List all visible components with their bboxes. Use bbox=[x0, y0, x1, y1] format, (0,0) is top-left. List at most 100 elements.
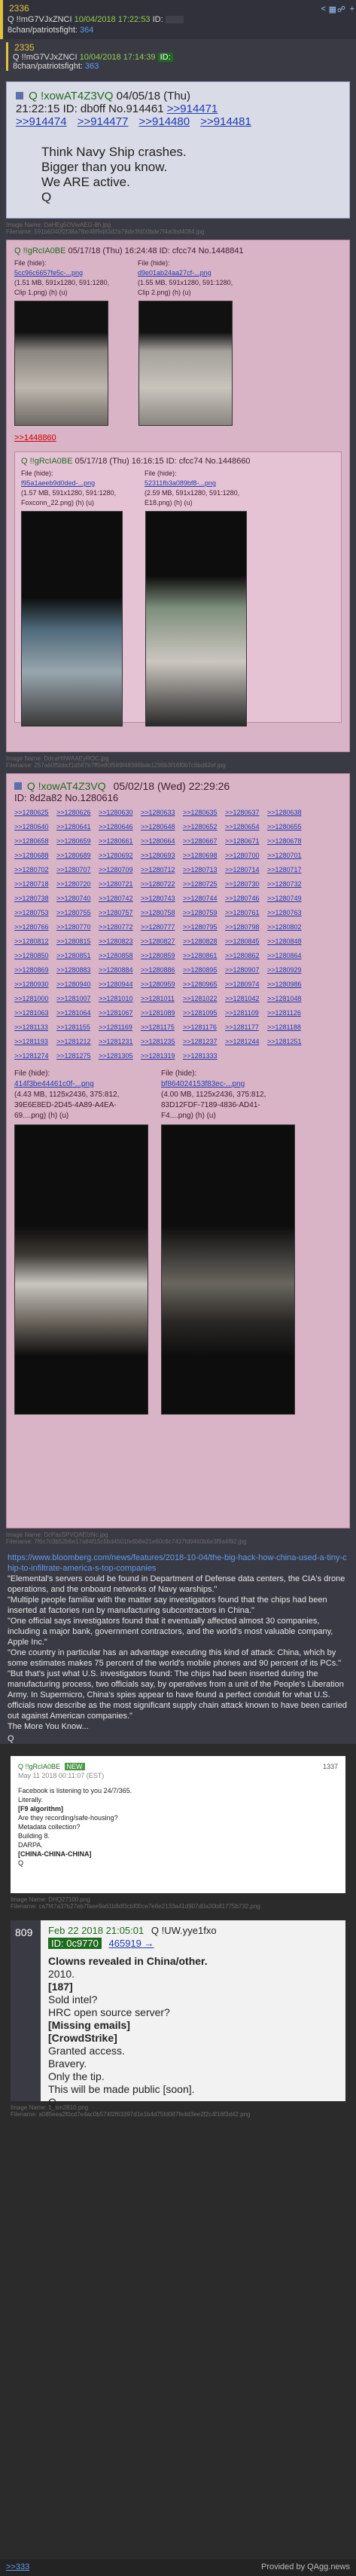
file-basename[interactable]: 69....png) (h) (u) bbox=[14, 1111, 154, 1121]
post-number[interactable]: 2335 bbox=[14, 42, 350, 53]
reply-link[interactable]: >>1280740 bbox=[56, 892, 99, 905]
reply-link[interactable]: >>1280743 bbox=[141, 892, 183, 905]
reply-link[interactable]: >>1280630 bbox=[99, 806, 141, 819]
reply-link[interactable]: >>1280638 bbox=[267, 806, 309, 819]
reply-link[interactable]: >>1280658 bbox=[14, 835, 56, 848]
reply-link[interactable]: >>1280757 bbox=[99, 907, 141, 919]
reply-link[interactable]: >>1280777 bbox=[141, 921, 183, 934]
reply-link[interactable]: >>1280652 bbox=[183, 821, 225, 834]
reply-link[interactable]: >>1280744 bbox=[183, 892, 225, 905]
reply-link[interactable]: >>1280886 bbox=[141, 964, 183, 977]
reply-link[interactable]: >>1280772 bbox=[99, 921, 141, 934]
reply-link[interactable]: >>1280795 bbox=[183, 921, 225, 934]
reply-link[interactable]: >>1448860 bbox=[14, 433, 342, 442]
reply-link[interactable]: >>1281231 bbox=[99, 1036, 141, 1048]
reply-link[interactable]: >>1280827 bbox=[141, 935, 183, 948]
reply-link[interactable]: >>1280753 bbox=[14, 907, 56, 919]
file-thumbnail[interactable] bbox=[145, 511, 247, 727]
reply-link[interactable]: >>1280940 bbox=[56, 978, 99, 991]
post-number[interactable]: 809 bbox=[11, 1920, 41, 2101]
reply-link[interactable]: >>1281067 bbox=[99, 1007, 141, 1020]
file-thumbnail[interactable] bbox=[14, 301, 108, 426]
reply-link[interactable]: >>1280755 bbox=[56, 907, 99, 919]
reply-link[interactable]: >>1280659 bbox=[56, 835, 99, 848]
reply-link[interactable]: >>1280667 bbox=[183, 835, 225, 848]
reply-link[interactable]: >>1280688 bbox=[14, 849, 56, 862]
reply-link[interactable]: >>1281064 bbox=[56, 1007, 99, 1020]
reply-link[interactable]: >>1281177 bbox=[225, 1021, 267, 1034]
reply-link[interactable]: >>1280986 bbox=[267, 978, 309, 991]
reply-link[interactable]: >>1280640 bbox=[14, 821, 56, 834]
reply-link[interactable]: >>1280746 bbox=[225, 892, 267, 905]
grid-icon[interactable]: ▦ bbox=[329, 5, 336, 14]
reply-link[interactable]: >>1280689 bbox=[56, 849, 99, 862]
reply-link[interactable]: >>1281000 bbox=[14, 993, 56, 1005]
reply-link[interactable]: >>914474 bbox=[16, 115, 67, 128]
reply-link[interactable]: >>1280641 bbox=[56, 821, 99, 834]
reply-link[interactable]: >>1280959 bbox=[141, 978, 183, 991]
reply-link[interactable]: >>1281176 bbox=[183, 1021, 225, 1034]
file-label[interactable]: File (hide): bbox=[161, 1069, 300, 1079]
reply-link[interactable]: >>1280738 bbox=[14, 892, 56, 905]
reply-link[interactable]: >>1280815 bbox=[56, 935, 99, 948]
reply-link[interactable]: >>1280907 bbox=[225, 964, 267, 977]
reply-link[interactable]: >>1280859 bbox=[141, 950, 183, 962]
reply-link[interactable]: >>1280678 bbox=[267, 835, 309, 848]
reply-link[interactable]: >>1281235 bbox=[141, 1036, 183, 1048]
reply-link[interactable]: >>1280725 bbox=[183, 878, 225, 891]
reply-link[interactable]: >>914480 bbox=[139, 115, 190, 128]
reply-link[interactable]: >>1280713 bbox=[183, 864, 225, 877]
reply-link[interactable]: >>1280730 bbox=[225, 878, 267, 891]
reply-link[interactable]: >>1280692 bbox=[99, 849, 141, 862]
reply-link[interactable]: >>1280763 bbox=[267, 907, 309, 919]
reply-link[interactable]: >>1281244 bbox=[225, 1036, 267, 1048]
reply-link[interactable]: >>1280850 bbox=[14, 950, 56, 962]
reply-link[interactable]: >>1281319 bbox=[141, 1050, 183, 1063]
file-label[interactable]: File (hide): bbox=[14, 1069, 154, 1079]
reply-link[interactable]: >>1280965 bbox=[183, 978, 225, 991]
reply-link[interactable]: >>1280714 bbox=[225, 864, 267, 877]
reply-link[interactable]: >>1280929 bbox=[267, 964, 309, 977]
reply-link[interactable]: >>1280646 bbox=[99, 821, 141, 834]
reply-link[interactable]: >>1281042 bbox=[225, 993, 267, 1005]
reply-link[interactable]: >>1280700 bbox=[225, 849, 267, 862]
file-label[interactable]: File (hide): bbox=[145, 469, 257, 479]
file-basename[interactable]: Clip 2.png) (h) (u) bbox=[138, 288, 251, 298]
file-link[interactable]: 414f3be44461c0f-...png bbox=[14, 1079, 154, 1090]
reply-link[interactable]: >>1281212 bbox=[56, 1036, 99, 1048]
reply-link[interactable]: >>1280862 bbox=[225, 950, 267, 962]
reply-link[interactable]: >>1281155 bbox=[56, 1021, 99, 1034]
reply-link[interactable]: >>1280742 bbox=[99, 892, 141, 905]
reply-link[interactable]: >>1280661 bbox=[99, 835, 141, 848]
reply-link[interactable]: >>1280720 bbox=[56, 878, 99, 891]
reply-link[interactable]: >>1280812 bbox=[14, 935, 56, 948]
plus-icon[interactable]: + bbox=[350, 5, 354, 14]
file-link[interactable]: 52311fb3a089bf8-...png bbox=[145, 479, 257, 488]
reply-link[interactable]: >>1281048 bbox=[267, 993, 309, 1005]
file-thumbnail[interactable] bbox=[138, 301, 233, 426]
reply-link[interactable]: >>1280858 bbox=[99, 950, 141, 962]
reply-link[interactable]: >>1280944 bbox=[99, 978, 141, 991]
article-link[interactable]: https://www.bloomberg.com/news/features/… bbox=[8, 1553, 348, 1574]
reply-link[interactable]: >>1281095 bbox=[183, 1007, 225, 1020]
file-link[interactable]: 5cc96c6657fe5c-...png bbox=[14, 268, 127, 278]
reply-link[interactable]: >>1280671 bbox=[225, 835, 267, 848]
reply-link[interactable]: >>1281237 bbox=[183, 1036, 225, 1048]
file-link[interactable]: d9e01ab24aa27cf-...png bbox=[138, 268, 251, 278]
reply-link[interactable]: >>1280655 bbox=[267, 821, 309, 834]
reply-link[interactable]: >>1280749 bbox=[267, 892, 309, 905]
reply-link[interactable]: >>1281333 bbox=[183, 1050, 225, 1063]
reply-link[interactable]: >>1280845 bbox=[225, 935, 267, 948]
reply-link[interactable]: >>1280722 bbox=[141, 878, 183, 891]
reply-link[interactable]: >>1280883 bbox=[56, 964, 99, 977]
file-basename[interactable]: 39E6E8ED-2D45-4A89-A4EA- bbox=[14, 1100, 154, 1111]
board-post-link[interactable]: 363 bbox=[85, 62, 99, 71]
reply-link[interactable]: >>914471 bbox=[167, 102, 218, 115]
reply-link[interactable]: >>1281188 bbox=[267, 1021, 309, 1034]
reply-link[interactable]: >>1281063 bbox=[14, 1007, 56, 1020]
reply-link[interactable]: >>1281169 bbox=[99, 1021, 141, 1034]
reply-link[interactable]: >>1280626 bbox=[56, 806, 99, 819]
file-thumbnail[interactable] bbox=[14, 1124, 148, 1415]
reply-link[interactable]: >>1280693 bbox=[141, 849, 183, 862]
reply-link[interactable]: >>1280707 bbox=[56, 864, 99, 877]
